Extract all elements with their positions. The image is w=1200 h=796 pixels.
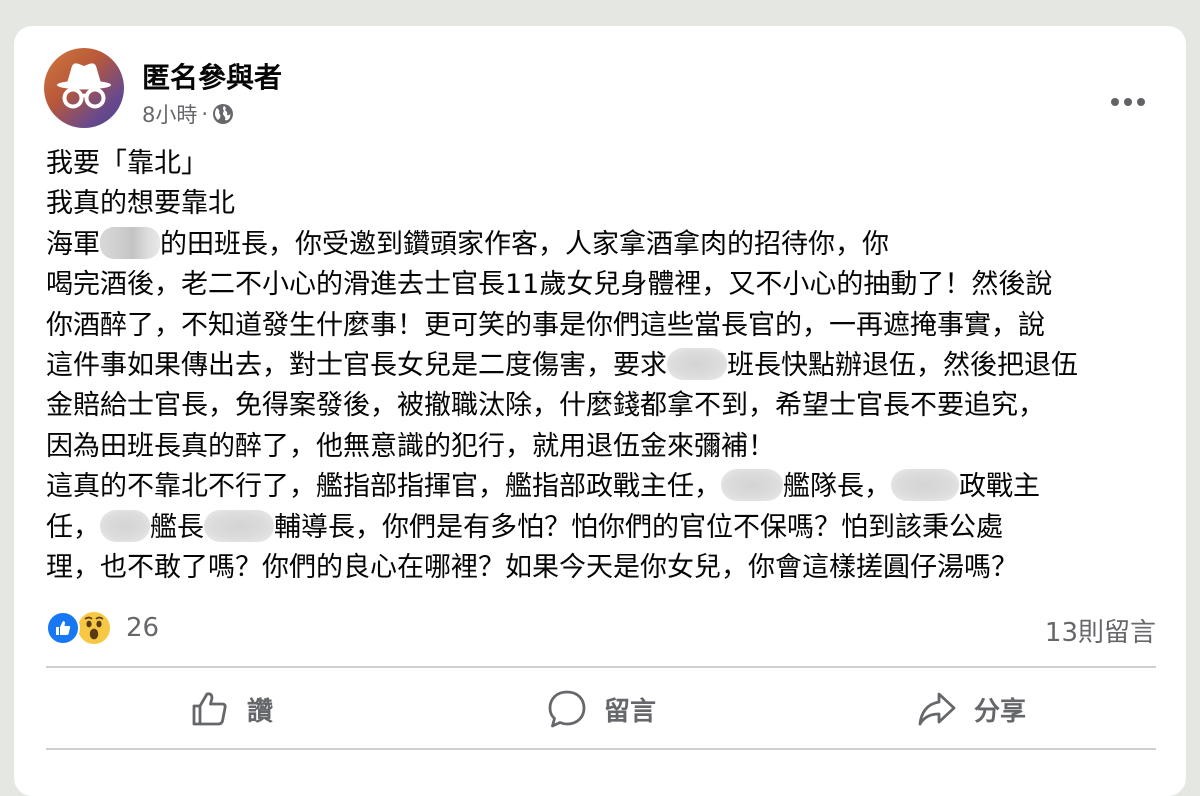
like-label: 讚 xyxy=(246,696,273,727)
post-text-line: 我要「靠北」 xyxy=(46,144,1158,184)
speech-bubble-icon xyxy=(548,690,586,728)
action-bar: 讚 留言 分享 xyxy=(46,672,1156,746)
like-button[interactable]: 讚 xyxy=(46,672,416,746)
redacted-blur xyxy=(100,226,160,259)
post-text: 政戰主 xyxy=(959,471,1040,503)
author-name[interactable]: 匿名參與者 xyxy=(142,56,282,96)
post-header: 匿名參與者 8小時 · xyxy=(44,48,1156,132)
redacted-blur xyxy=(667,348,727,381)
post-text: 喝完酒後，老二不小心的滑進去士官長11歲女兒身體裡，又不小心的抽動了！然後說 xyxy=(46,269,1053,301)
post-text-line: 任， 艦長 輔導長，你們是有多怕？怕你們的官位不保嗎？怕到該秉公處 xyxy=(46,508,1158,548)
post-text: 艦隊長， xyxy=(783,471,891,503)
post-text: 我真的想要靠北 xyxy=(46,188,235,220)
post-text: 理，也不敢了嗎？你們的良心在哪裡？如果今天是你女兒，你會這樣搓圓仔湯嗎？ xyxy=(46,552,1018,584)
post-text: 班長快點辦退伍，然後把退伍 xyxy=(727,350,1078,382)
post-body: 我要「靠北」 我真的想要靠北 海軍 的田班長，你受邀到鑽頭家作客，人家拿酒拿肉的招待你… xyxy=(46,144,1158,588)
post-text: 我要「靠北」 xyxy=(46,148,208,179)
share-button[interactable]: 分享 xyxy=(786,672,1156,746)
more-options-icon xyxy=(1111,98,1119,106)
post-text: 這件事如果傳出去，對士官長女兒是二度傷害，要求 xyxy=(46,350,667,382)
post-text: 海軍 xyxy=(46,228,100,260)
post-text-line: 這件事如果傳出去，對士官長女兒是二度傷害，要求 班長快點辦退伍，然後把退伍 xyxy=(46,346,1158,386)
post-text: 這真的不靠北不行了，艦指部指揮官，艦指部政戰主任， xyxy=(46,471,721,503)
post-text: 的田班長，你受邀到鑽頭家作客，人家拿酒拿肉的招待你，你 xyxy=(160,228,889,260)
wow-reaction-icon xyxy=(76,610,112,646)
post-text: 因為田班長真的醉了，他無意識的犯行，就用退伍金來彌補！ xyxy=(46,430,775,462)
reaction-count: 26 xyxy=(126,613,160,643)
post-text-line: 理，也不敢了嗎？你們的良心在哪裡？如果今天是你女兒，你會這樣搓圓仔湯嗎？ xyxy=(46,548,1158,588)
meta-separator: · xyxy=(201,102,209,126)
redacted-blur xyxy=(891,469,959,502)
share-arrow-icon xyxy=(918,692,956,726)
comment-count-link[interactable]: 13則留言 xyxy=(1045,612,1156,649)
like-reaction-icon xyxy=(46,611,80,645)
post-text: 任， xyxy=(46,511,100,543)
incognito-icon xyxy=(57,63,111,109)
share-label: 分享 xyxy=(973,696,1026,727)
comment-button[interactable]: 留言 xyxy=(416,672,786,746)
post-text-line: 海軍 的田班長，你受邀到鑽頭家作客，人家拿酒拿肉的招待你，你 xyxy=(46,225,1158,265)
redacted-blur xyxy=(204,509,274,542)
divider-top xyxy=(46,666,1156,668)
globe-icon[interactable] xyxy=(212,103,234,125)
post-text-line: 因為田班長真的醉了，他無意識的犯行，就用退伍金來彌補！ xyxy=(46,427,1158,467)
post-card: 匿名參與者 8小時 · 我要「靠北」 我真的想要靠北 海軍 的田班長，你受邀到鑽頭家作… xyxy=(14,26,1186,796)
post-text-line: 你酒醉了，不知道發生什麼事！更可笑的事是你們這些當長官的，一再遮掩事實，說 xyxy=(46,306,1158,346)
thumbs-up-icon xyxy=(192,692,227,726)
divider-bottom xyxy=(46,748,1156,750)
avatar[interactable] xyxy=(44,48,124,128)
post-text: 艦長 xyxy=(150,511,204,543)
redacted-blur xyxy=(100,509,150,542)
reactions-summary[interactable]: 26 xyxy=(46,608,159,648)
redacted-blur xyxy=(721,469,783,502)
post-text-line: 喝完酒後，老二不小心的滑進去士官長11歲女兒身體裡，又不小心的抽動了！然後說 xyxy=(46,265,1158,305)
more-options-button[interactable] xyxy=(1106,88,1150,116)
post-meta: 8小時 · xyxy=(142,100,234,128)
post-text-line: 金賠給士官長，免得案發後，被撤職汰除，什麼錢都拿不到，希望士官長不要追究， xyxy=(46,386,1158,426)
post-text: 金賠給士官長，免得案發後，被撤職汰除，什麼錢都拿不到，希望士官長不要追究， xyxy=(46,390,1045,422)
post-text-line: 這真的不靠北不行了，艦指部指揮官，艦指部政戰主任， 艦隊長， 政戰主 xyxy=(46,467,1158,507)
post-timestamp[interactable]: 8小時 xyxy=(142,99,197,129)
comment-label: 留言 xyxy=(603,696,656,727)
post-text-line: 我真的想要靠北 xyxy=(46,184,1158,224)
post-text: 輔導長，你們是有多怕？怕你們的官位不保嗎？怕到該秉公處 xyxy=(274,511,1003,543)
post-text: 你酒醉了，不知道發生什麼事！更可笑的事是你們這些當長官的，一再遮掩事實，說 xyxy=(46,309,1045,341)
